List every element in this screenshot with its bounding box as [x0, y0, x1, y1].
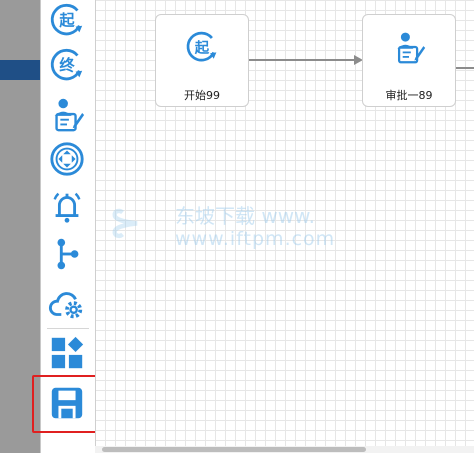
flow-connector-outgoing[interactable] — [455, 67, 474, 69]
gateway-node-icon — [48, 140, 86, 178]
scrollbar-thumb[interactable] — [102, 447, 366, 452]
end-node-icon: 终 — [48, 46, 86, 84]
start-node[interactable]: 起 开始99 — [155, 14, 249, 107]
save-highlight-box — [32, 375, 102, 433]
svg-text:终: 终 — [59, 57, 75, 75]
components-tool[interactable] — [47, 333, 87, 373]
notify-node-tool[interactable] — [47, 187, 87, 227]
left-blue-bar — [0, 60, 41, 80]
branch-node-tool[interactable] — [47, 234, 87, 274]
start-node-tool[interactable]: 起 — [47, 0, 87, 40]
components-icon — [48, 334, 86, 372]
approval-node[interactable]: 审批一89 — [362, 14, 456, 107]
canvas-border — [95, 0, 96, 446]
start-node-label: 开始99 — [184, 89, 220, 102]
gateway-node-tool[interactable] — [47, 139, 87, 179]
branch-icon — [48, 235, 86, 273]
flow-connector[interactable] — [249, 59, 356, 61]
start-node-icon: 起 — [48, 1, 86, 39]
bell-icon — [48, 188, 86, 226]
approval-node-icon — [48, 95, 86, 133]
svg-text:起: 起 — [194, 39, 210, 56]
approval-node-icon — [391, 29, 427, 65]
start-node-icon: 起 — [184, 29, 220, 65]
watermark-logo: ⊱ — [108, 200, 142, 246]
approval-node-label: 审批一89 — [385, 89, 433, 102]
palette-divider — [47, 328, 89, 329]
end-node-tool[interactable]: 终 — [47, 45, 87, 85]
service-node-tool[interactable] — [47, 285, 87, 325]
approval-node-tool[interactable] — [47, 94, 87, 134]
svg-text:起: 起 — [58, 12, 75, 30]
cloud-gear-icon — [48, 286, 86, 324]
